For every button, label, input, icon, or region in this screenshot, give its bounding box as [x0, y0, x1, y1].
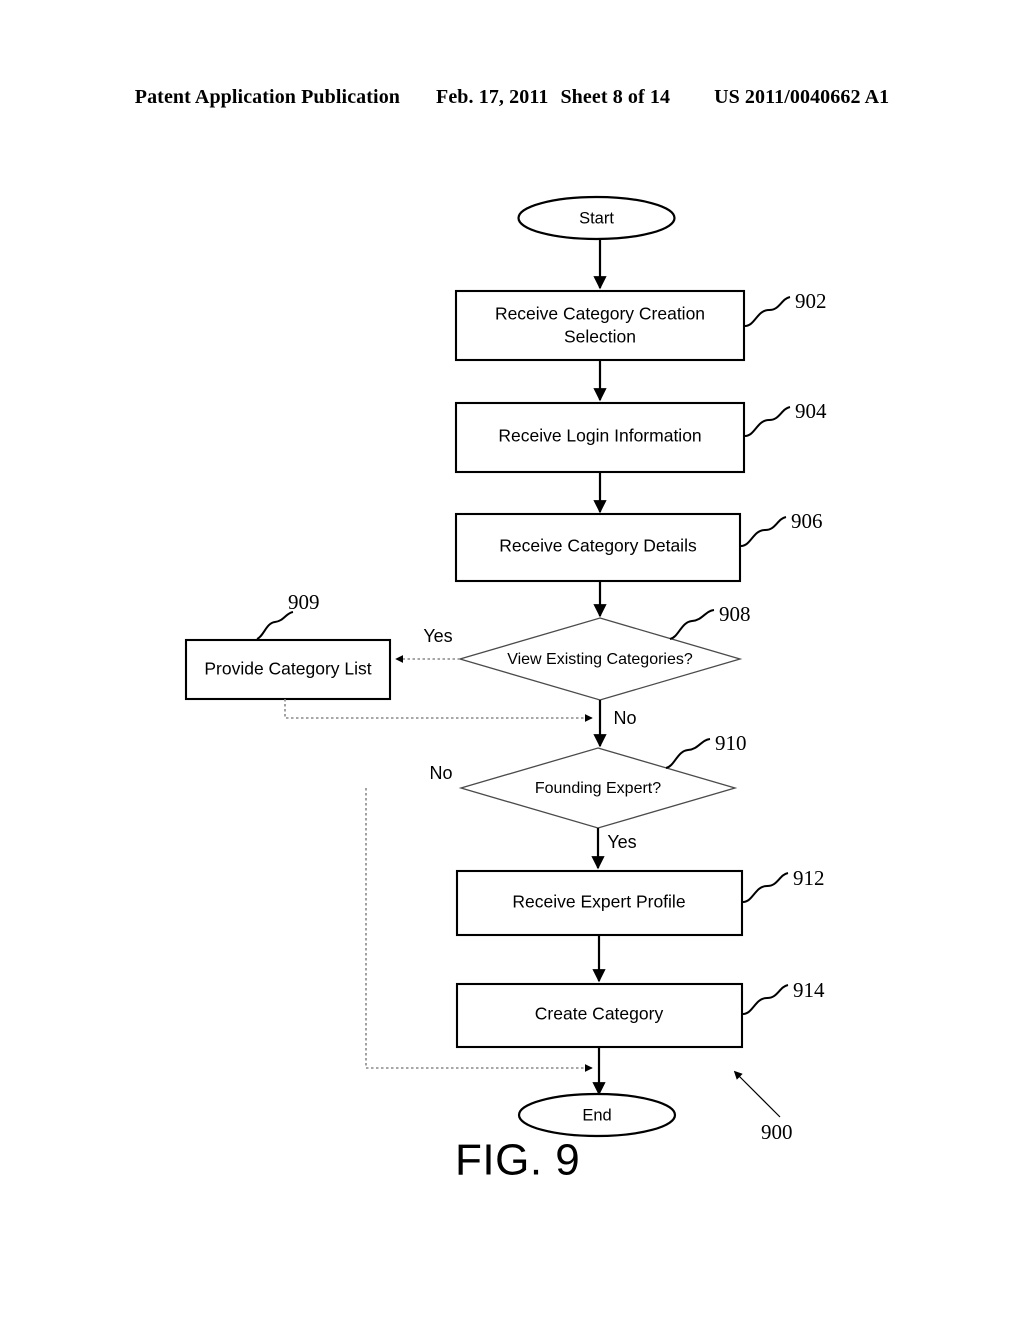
node-912-label: Receive Expert Profile: [512, 892, 685, 912]
reference-number-910: 910: [715, 731, 747, 755]
node-914-label: Create Category: [535, 1004, 664, 1024]
reference-number-900: 900: [761, 1120, 793, 1144]
reference-number-909: 909: [288, 590, 320, 614]
node-906-label: Receive Category Details: [499, 536, 697, 556]
node-end: End: [517, 1092, 677, 1138]
reference-leader-906: 906: [740, 509, 823, 547]
flowchart-figure: Start Receive Category Creation Selectio…: [0, 0, 1024, 1320]
node-909-provide-category-list: Provide Category List: [184, 638, 392, 701]
figure-caption: FIG. 9: [455, 1136, 580, 1185]
node-end-label: End: [582, 1106, 611, 1124]
reference-leader-904: 904: [744, 399, 827, 437]
connector-909-return-to-spine: [284, 699, 593, 722]
node-910-founding-expert-decision: Founding Expert?: [458, 747, 738, 829]
node-902-label-line2: Selection: [564, 327, 636, 347]
reference-leader-912: 912: [742, 866, 825, 903]
patent-figure-page: Patent Application Publication Feb. 17, …: [0, 0, 1024, 1320]
node-908-label: View Existing Categories?: [507, 651, 693, 668]
reference-leader-908: 908: [669, 602, 751, 640]
branch-label-908-yes: Yes: [423, 626, 452, 646]
node-902-receive-category-creation-selection: Receive Category Creation Selection: [454, 289, 746, 362]
reference-leader-902: 902: [744, 289, 827, 327]
reference-number-906: 906: [791, 509, 823, 533]
reference-leader-910: 910: [665, 731, 747, 769]
reference-number-902: 902: [795, 289, 827, 313]
node-912-receive-expert-profile: Receive Expert Profile: [455, 869, 744, 937]
node-start: Start: [517, 195, 676, 241]
branch-label-910-no: No: [429, 763, 452, 783]
node-914-create-category: Create Category: [455, 982, 744, 1049]
reference-number-908: 908: [719, 602, 751, 626]
reference-number-904: 904: [795, 399, 827, 423]
node-910-label: Founding Expert?: [535, 780, 661, 797]
node-902-label-line1: Receive Category Creation: [495, 304, 705, 324]
node-start-label: Start: [579, 209, 614, 227]
reference-leader-909: 909: [256, 590, 320, 640]
reference-leader-914: 914: [742, 978, 825, 1015]
node-906-receive-category-details: Receive Category Details: [454, 512, 742, 583]
node-909-label: Provide Category List: [204, 659, 371, 679]
branch-label-908-no: No: [613, 708, 636, 728]
figure-reference-900: 900: [733, 1070, 793, 1144]
node-904-label: Receive Login Information: [498, 426, 701, 446]
node-908-view-existing-categories-decision: View Existing Categories?: [457, 617, 743, 701]
reference-number-912: 912: [793, 866, 825, 890]
reference-number-914: 914: [793, 978, 825, 1002]
branch-label-910-yes: Yes: [607, 832, 636, 852]
node-904-receive-login-information: Receive Login Information: [454, 401, 746, 474]
